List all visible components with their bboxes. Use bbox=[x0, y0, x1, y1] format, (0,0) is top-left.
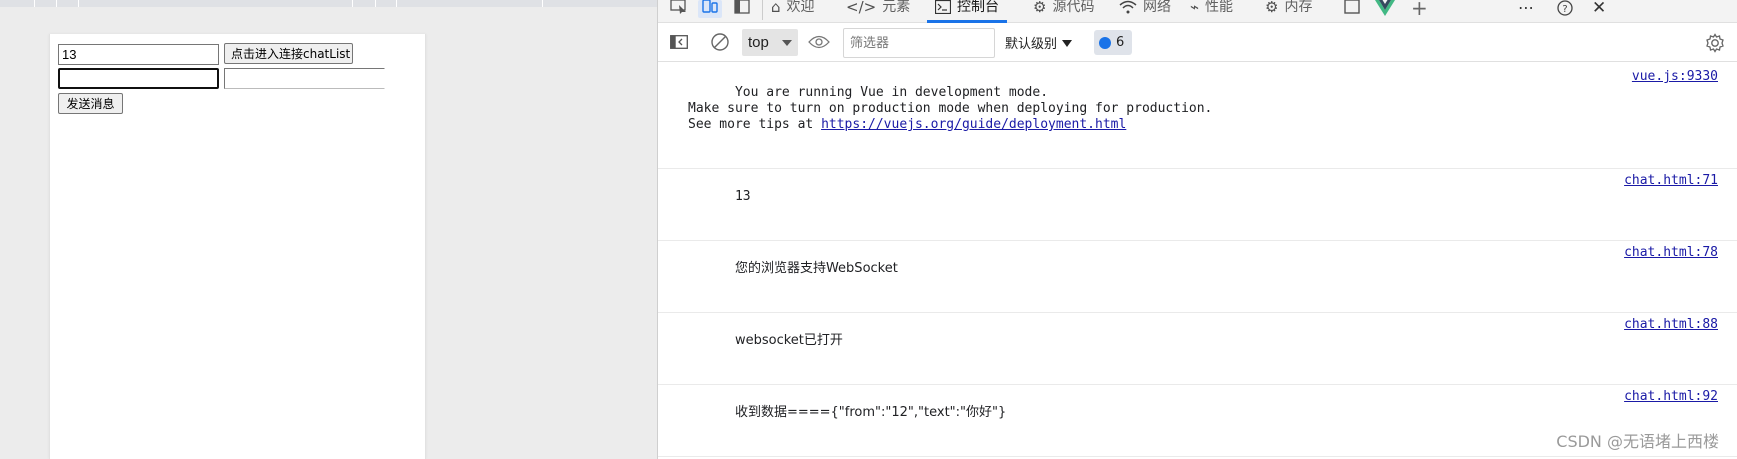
tab-label: 网络 bbox=[1143, 0, 1171, 15]
source-link[interactable]: vue.js:9330 bbox=[1632, 69, 1718, 85]
tab-memory[interactable]: ⚙ 内存 bbox=[1265, 0, 1312, 23]
tab-label: 内存 bbox=[1284, 0, 1313, 15]
code-icon: </> bbox=[846, 0, 877, 16]
console-text: You are running Vue in development mode. bbox=[734, 85, 1049, 100]
tab-performance[interactable]: ⌁ 性能 bbox=[1190, 0, 1233, 23]
vue-devtools-icon[interactable] bbox=[1375, 0, 1395, 18]
ruler-tick bbox=[542, 0, 543, 7]
tab-console[interactable]: 控制台 bbox=[927, 0, 1007, 23]
context-value: top bbox=[748, 34, 769, 51]
message-input[interactable] bbox=[58, 68, 219, 89]
tab-sources[interactable]: ⚙ 源代码 bbox=[1033, 0, 1094, 23]
issues-message-icon bbox=[1099, 36, 1111, 49]
console-icon bbox=[934, 0, 952, 17]
dock-side-icon[interactable] bbox=[734, 0, 750, 18]
console-text: 您的浏览器支持WebSocket bbox=[734, 261, 898, 276]
tabbar-divider bbox=[762, 0, 763, 20]
more-options-icon[interactable]: ⋯ bbox=[1518, 0, 1534, 18]
console-settings-gear-icon[interactable] bbox=[1705, 33, 1725, 56]
console-message: 您的浏览器支持WebSocket chat.html:78 bbox=[658, 241, 1737, 313]
tab-label: 控制台 bbox=[957, 0, 999, 15]
deployment-docs-link[interactable]: https://vuejs.org/guide/deployment.html bbox=[821, 117, 1126, 132]
console-text: 13 bbox=[734, 189, 751, 204]
connect-chatlist-button[interactable]: 点击进入连接chatList bbox=[224, 43, 353, 64]
clear-console-icon[interactable] bbox=[710, 32, 730, 55]
source-link[interactable]: chat.html:88 bbox=[1624, 317, 1718, 333]
ruler-tick bbox=[352, 0, 353, 7]
log-level-label: 默认级别 bbox=[1005, 37, 1058, 52]
console-text: Make sure to turn on production mode whe… bbox=[688, 101, 1213, 116]
console-toolbar: top 默认级别 6 bbox=[658, 24, 1737, 62]
source-link[interactable]: chat.html:71 bbox=[1624, 173, 1718, 189]
console-text: See more tips at bbox=[688, 117, 822, 132]
caret-down-icon bbox=[1062, 40, 1073, 47]
ruler-tick bbox=[56, 0, 57, 7]
page-viewport: 点击进入连接chatList 发送消息 bbox=[0, 0, 657, 459]
device-emulation-icon[interactable] bbox=[698, 0, 722, 18]
ruler-tick bbox=[396, 0, 397, 7]
bug-icon: ⚙ bbox=[1033, 0, 1047, 16]
ruler-strip bbox=[0, 0, 657, 7]
devtools-panel: ⌂ 欢迎 </> 元素 控制台 ⚙ 源代码 网络 ⌁ 性能 ⚙ 内存 + ⋯ ?… bbox=[657, 0, 1737, 459]
user-id-input[interactable] bbox=[58, 44, 219, 65]
send-message-button[interactable]: 发送消息 bbox=[58, 93, 123, 114]
page-content: 点击进入连接chatList 发送消息 bbox=[49, 34, 426, 459]
tab-label: 性能 bbox=[1205, 0, 1234, 15]
console-message: You are running Vue in development mode.… bbox=[658, 63, 1737, 169]
ruler-tick bbox=[375, 0, 376, 7]
console-text: websocket已打开 bbox=[734, 333, 843, 348]
console-text: 收到数据===={"from":"12","text":"你好"} bbox=[734, 405, 1007, 420]
tab-label: 欢迎 bbox=[786, 0, 815, 15]
issues-badge[interactable]: 6 bbox=[1094, 30, 1132, 55]
svg-text:?: ? bbox=[1562, 4, 1567, 15]
wifi-icon bbox=[1119, 0, 1137, 17]
help-icon[interactable]: ? bbox=[1556, 0, 1574, 18]
chevron-down-icon bbox=[782, 40, 792, 46]
target-user-input[interactable] bbox=[224, 68, 385, 89]
panel-square-icon[interactable] bbox=[1344, 0, 1360, 18]
console-messages: You are running Vue in development mode.… bbox=[658, 63, 1737, 459]
ruler-tick bbox=[78, 0, 79, 7]
log-level-dropdown[interactable]: 默认级别 bbox=[1005, 33, 1073, 52]
live-expression-eye-icon[interactable] bbox=[808, 34, 830, 53]
devtools-tabbar: ⌂ 欢迎 </> 元素 控制台 ⚙ 源代码 网络 ⌁ 性能 ⚙ 内存 + ⋯ ?… bbox=[658, 0, 1737, 23]
performance-icon: ⌁ bbox=[1190, 0, 1200, 16]
more-tabs-plus-icon[interactable]: + bbox=[1411, 0, 1428, 18]
tab-welcome[interactable]: ⌂ 欢迎 bbox=[771, 0, 815, 23]
issues-count: 6 bbox=[1116, 35, 1125, 50]
close-icon[interactable]: ✕ bbox=[1592, 0, 1606, 18]
ruler-tick bbox=[34, 0, 35, 7]
tab-network[interactable]: 网络 bbox=[1119, 0, 1171, 23]
console-message: websocket已打开 chat.html:88 bbox=[658, 313, 1737, 385]
tab-label: 元素 bbox=[882, 0, 911, 15]
console-message: 13 chat.html:71 bbox=[658, 169, 1737, 241]
sidebar-toggle-icon[interactable] bbox=[670, 35, 688, 52]
watermark: CSDN @无语堵上西楼 bbox=[1556, 432, 1719, 451]
source-link[interactable]: chat.html:78 bbox=[1624, 245, 1718, 261]
context-select[interactable]: top bbox=[742, 29, 798, 56]
home-icon: ⌂ bbox=[771, 0, 781, 16]
filter-input[interactable] bbox=[843, 28, 995, 58]
tab-label: 源代码 bbox=[1052, 0, 1095, 15]
inspect-element-icon[interactable] bbox=[670, 0, 688, 18]
tab-elements[interactable]: </> 元素 bbox=[846, 0, 910, 23]
memory-icon: ⚙ bbox=[1265, 0, 1279, 16]
source-link[interactable]: chat.html:92 bbox=[1624, 389, 1718, 405]
